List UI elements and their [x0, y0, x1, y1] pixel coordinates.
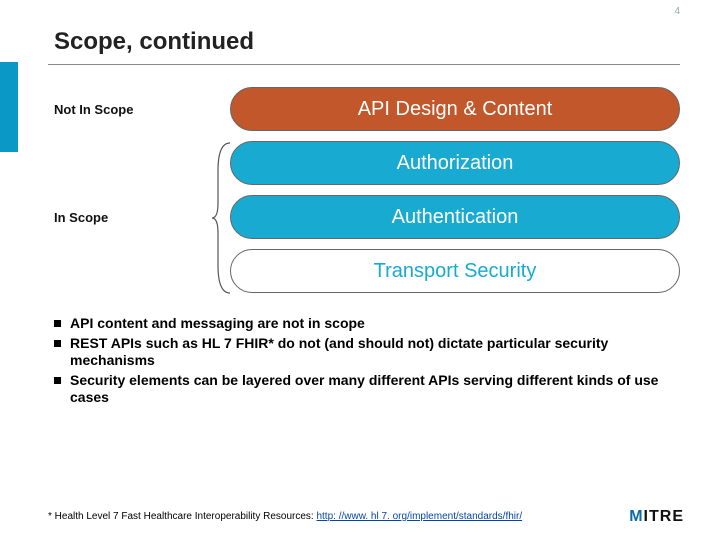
accent-bar — [0, 62, 18, 152]
row-transport: Transport Security — [48, 249, 680, 293]
slide-title: Scope, continued — [48, 28, 680, 56]
page-number: 4 — [674, 6, 680, 17]
row-authorization: Authorization — [48, 141, 680, 185]
pill-api-design: API Design & Content — [230, 87, 680, 131]
brace-icon — [210, 141, 236, 295]
footnote-text: * Health Level 7 Fast Healthcare Interop… — [48, 511, 316, 522]
bullet-item: API content and messaging are not in sco… — [54, 315, 680, 333]
scope-rows: Not In Scope API Design & Content Author… — [48, 87, 680, 293]
slide: 4 Scope, continued Not In Scope API Desi… — [0, 0, 720, 540]
pill-authorization: Authorization — [230, 141, 680, 185]
bullet-item: Security elements can be layered over ma… — [54, 372, 680, 407]
label-in-scope: In Scope — [48, 210, 198, 225]
bullet-item: REST APIs such as HL 7 FHIR* do not (and… — [54, 335, 680, 370]
bullet-list: API content and messaging are not in sco… — [48, 315, 680, 407]
row-authentication: In Scope Authentication — [48, 195, 680, 239]
logo-rest: ITRE — [644, 508, 684, 525]
footnote-link[interactable]: http: //www. hl 7. org/implement/standar… — [316, 511, 522, 522]
logo-m: M — [629, 508, 643, 525]
title-rule — [48, 64, 680, 65]
label-not-in-scope: Not In Scope — [48, 102, 198, 117]
mitre-logo: MITRE — [629, 508, 684, 526]
pill-authentication: Authentication — [230, 195, 680, 239]
pill-transport-security: Transport Security — [230, 249, 680, 293]
footnote: * Health Level 7 Fast Healthcare Interop… — [48, 511, 522, 522]
row-not-in-scope: Not In Scope API Design & Content — [48, 87, 680, 131]
